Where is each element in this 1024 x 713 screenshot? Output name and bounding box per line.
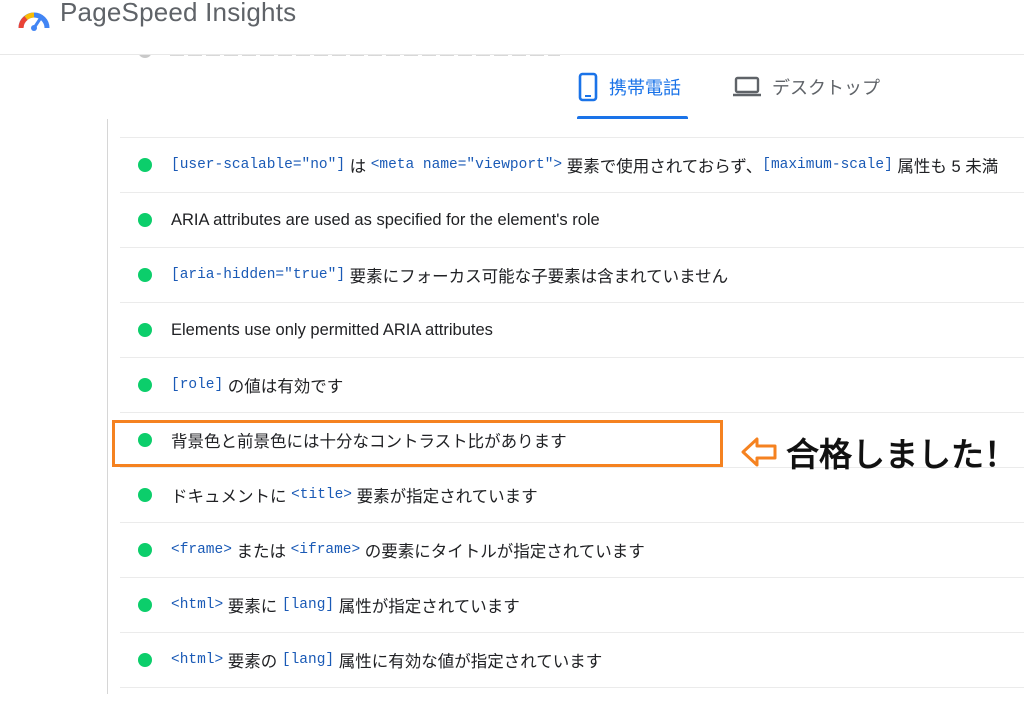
pass-status-icon (138, 213, 152, 227)
app-header: PageSpeed Insights (0, 0, 1024, 55)
audit-row[interactable]: <html> 要素に [lang] 属性が指定されています (120, 577, 1024, 632)
audit-code-text: [user-scalable="no"] (171, 157, 346, 173)
panel-border (107, 119, 108, 694)
audit-text: 属性に有効な値が指定されています (334, 653, 603, 671)
active-tab-indicator (577, 116, 688, 119)
audit-code-text: <html> (171, 597, 224, 613)
audit-code-text: <title> (291, 487, 353, 503)
audit-code-text: [lang] (281, 597, 335, 613)
audit-code-text: [role] (171, 377, 224, 393)
tab-mobile[interactable]: 携帯電話 (577, 55, 688, 119)
audit-row[interactable]: [user-scalable="no"] は <meta name="viewp… (120, 137, 1024, 192)
device-tabs: 携帯電話 デスクトップ (560, 55, 1024, 119)
audit-row[interactable]: [role] の値は有効です (120, 357, 1024, 412)
mobile-phone-icon (578, 72, 598, 102)
pass-status-icon (138, 268, 152, 282)
audit-text: または (231, 543, 291, 561)
audit-text: は (345, 158, 371, 176)
pass-status-icon (138, 323, 152, 337)
tab-desktop[interactable]: デスクトップ (732, 55, 912, 119)
audit-code-text: <iframe> (290, 542, 361, 558)
audit-text: 要素で使用されておらず、 (562, 158, 763, 176)
audit-code-text: <frame> (171, 542, 232, 558)
pass-status-icon (138, 433, 152, 447)
audit-text: 要素に (223, 598, 282, 616)
pass-status-icon (138, 653, 152, 667)
audit-text: 属性も 5 未満 (892, 158, 999, 176)
tab-desktop-label: デスクトップ (772, 78, 880, 98)
pagespeed-logo-icon (18, 12, 50, 31)
audit-code-text: [aria-hidden="true"] (171, 267, 346, 283)
audit-code-text: [maximum-scale] (762, 157, 893, 173)
audit-text: の値は有効です (223, 378, 344, 396)
annotation-text: 合格しました！ (786, 435, 1017, 474)
laptop-icon (733, 76, 761, 97)
audit-text: ドキュメントに (171, 488, 292, 506)
audit-text: 要素が指定されています (352, 488, 538, 506)
tab-mobile-label: 携帯電話 (609, 78, 681, 98)
audit-text: 要素の (223, 653, 282, 671)
audit-text: 要素にフォーカス可能な子要素は含まれていません (345, 268, 729, 286)
audit-text: 背景色と前景色には十分なコントラスト比があります (171, 433, 567, 451)
audit-row[interactable]: <frame> または <iframe> の要素にタイトルが指定されています (120, 522, 1024, 577)
audit-row[interactable]: ARIA attributes are used as specified fo… (120, 192, 1024, 247)
pass-status-icon (138, 158, 152, 172)
pass-status-icon (138, 543, 152, 557)
app-title: PageSpeed Insights (60, 0, 297, 27)
pass-status-icon (138, 488, 152, 502)
annotation-callout: 合格しました！ (740, 428, 1017, 476)
audit-code-text: [lang] (281, 652, 335, 668)
audit-text: ARIA attributes are used as specified fo… (171, 210, 600, 229)
audit-row[interactable]: [aria-hidden="true"] 要素にフォーカス可能な子要素は含まれて… (120, 247, 1024, 302)
audit-code-text: <meta name="viewport"> (370, 157, 563, 173)
audit-text: 属性が指定されています (334, 598, 520, 616)
audit-row[interactable]: <html> 要素の [lang] 属性に有効な値が指定されています (120, 632, 1024, 688)
audit-text: の要素にタイトルが指定されています (360, 543, 645, 561)
audit-row[interactable]: Elements use only permitted ARIA attribu… (120, 302, 1024, 357)
passed-audits-list: [user-scalable="no"] は <meta name="viewp… (120, 137, 1024, 688)
pass-status-icon (138, 378, 152, 392)
audit-code-text: <html> (171, 652, 224, 668)
pass-status-icon (138, 598, 152, 612)
left-arrow-outline-icon (741, 437, 777, 467)
audit-text: Elements use only permitted ARIA attribu… (171, 320, 493, 339)
